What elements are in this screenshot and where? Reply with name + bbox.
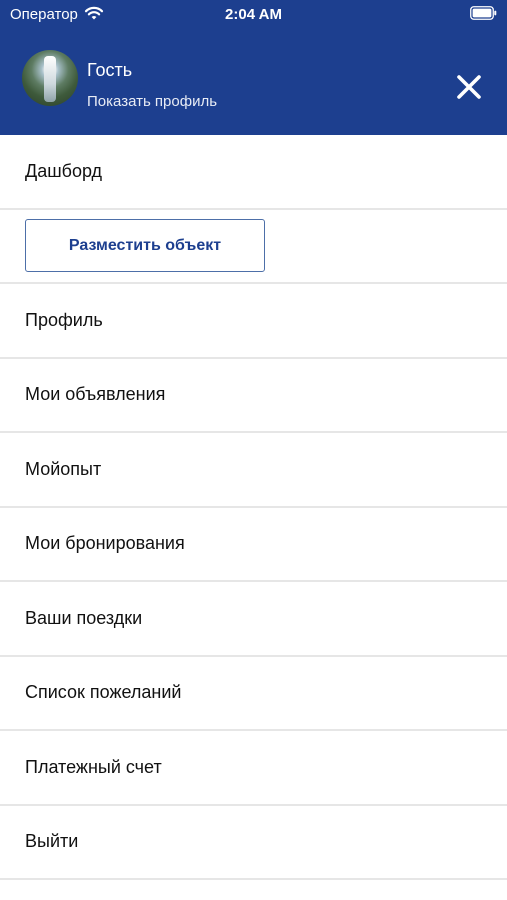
menu-item-logout[interactable]: Выйти (0, 805, 507, 880)
menu-item-my-listings[interactable]: Мои объявления (0, 358, 507, 433)
profile-header: Гость Показать профиль (0, 30, 507, 135)
menu-item-dashboard[interactable]: Дашборд (0, 135, 507, 210)
menu-item-my-experience[interactable]: Мойопыт (0, 433, 507, 508)
status-bar: Оператор 2:04 AM (0, 0, 507, 30)
menu-item-your-trips[interactable]: Ваши поездки (0, 582, 507, 657)
side-menu: Дашборд Разместить объект Профиль Мои об… (0, 135, 507, 880)
show-profile-link[interactable]: Показать профиль (87, 93, 217, 110)
menu-item-profile[interactable]: Профиль (0, 284, 507, 359)
close-icon[interactable] (455, 73, 483, 101)
menu-item-my-bookings[interactable]: Мои бронирования (0, 507, 507, 582)
avatar-image (44, 56, 56, 102)
menu-item-wishlist[interactable]: Список пожеланий (0, 656, 507, 731)
menu-item-label: Дашборд (25, 160, 103, 181)
menu-item-label: Мои объявления (25, 384, 166, 405)
menu-item-label: Платежный счет (25, 756, 162, 777)
user-name: Гость (87, 60, 133, 80)
menu-item-label: Выйти (25, 831, 79, 852)
avatar[interactable] (22, 50, 78, 106)
menu-item-label: Список пожеланий (25, 682, 182, 703)
menu-item-label: Ваши поездки (25, 607, 143, 628)
menu-item-label: Профиль (25, 309, 103, 330)
battery-icon (470, 6, 497, 20)
menu-item-payment-account[interactable]: Платежный счет (0, 731, 507, 806)
clock: 2:04 AM (225, 6, 282, 23)
menu-item-label: Мойопыт (25, 458, 102, 479)
place-object-button[interactable]: Разместить объект (25, 219, 265, 273)
place-object-row: Разместить объект (0, 209, 507, 284)
menu-item-label: Мои бронирования (25, 533, 185, 554)
